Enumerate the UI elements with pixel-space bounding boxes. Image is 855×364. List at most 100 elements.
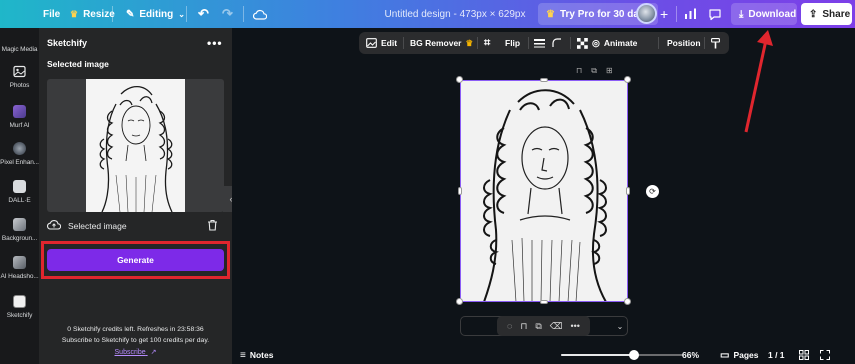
- add-collaborator-icon[interactable]: +: [660, 0, 668, 28]
- undo-icon[interactable]: ↶: [198, 0, 209, 28]
- zoom-level[interactable]: 66%: [682, 346, 699, 364]
- fullscreen-icon[interactable]: [820, 346, 830, 364]
- comment-add-icon[interactable]: ◌: [507, 321, 512, 331]
- pages-button[interactable]: ▭ Pages: [720, 346, 759, 364]
- crown-icon: ♛: [70, 8, 79, 19]
- rail-label: Sketchify: [6, 312, 33, 319]
- rail-label: Magic Media: [1, 46, 38, 53]
- toolbar-divider: [570, 37, 571, 49]
- rail-item-dalle[interactable]: DALL·E: [0, 180, 39, 204]
- toolbar-divider: [243, 6, 244, 22]
- share-icon: ⇪: [809, 8, 818, 20]
- rail-label: AI Headsho...: [0, 273, 39, 280]
- toolbar-divider: [403, 37, 404, 49]
- rail-item-ai-headshot[interactable]: AI Headsho...: [0, 256, 39, 280]
- position-button[interactable]: Position: [667, 32, 701, 54]
- zoom-slider-handle[interactable]: [629, 350, 640, 360]
- lock-icon[interactable]: ⊓: [520, 321, 527, 332]
- download-label: Download: [748, 8, 797, 20]
- panel-title: Sketchify: [47, 38, 88, 48]
- external-link-icon: ↗: [150, 349, 157, 356]
- selected-image-label: Selected image: [68, 221, 127, 231]
- resize-handle[interactable]: [540, 78, 548, 82]
- duplicate-icon[interactable]: ⧉: [591, 66, 597, 76]
- resize-handle[interactable]: [456, 76, 463, 83]
- bg-remover-label: BG Remover: [410, 38, 462, 48]
- transparency-icon[interactable]: [577, 32, 588, 54]
- animate-button[interactable]: ◎ Animate: [592, 32, 637, 54]
- add-page-icon[interactable]: ⊞: [606, 66, 613, 76]
- resize-handle[interactable]: [624, 76, 631, 83]
- flip-button[interactable]: Flip: [505, 32, 520, 54]
- rail-label: Pixel Enhan...: [0, 159, 39, 166]
- resize-handle[interactable]: [540, 300, 548, 304]
- comment-icon[interactable]: [708, 0, 722, 28]
- share-label: Share: [822, 8, 851, 20]
- analytics-icon[interactable]: [684, 0, 697, 28]
- notes-button[interactable]: ≡ Notes: [240, 346, 273, 364]
- dalle-icon: [13, 180, 26, 193]
- editing-mode-button[interactable]: ✎ Editing ⌄: [118, 3, 193, 25]
- image-edit-icon: [366, 38, 377, 48]
- top-toolbar: File ♛ Resize ✎ Editing ⌄ ↶ ↷ Untitled d…: [0, 0, 855, 28]
- toolbar-divider: [112, 6, 113, 22]
- rail-label: Backgroun...: [1, 235, 38, 242]
- resize-handle[interactable]: [456, 298, 463, 305]
- cloud-save-icon[interactable]: [253, 0, 267, 28]
- rail-label: Murf AI: [9, 122, 30, 129]
- avatar[interactable]: [636, 3, 657, 24]
- rail-item-photos[interactable]: Photos: [0, 65, 39, 89]
- grid-view-icon[interactable]: [799, 346, 809, 364]
- bg-remover-button[interactable]: BG Remover ♛: [410, 32, 473, 54]
- pages-icon: ▭: [720, 349, 730, 361]
- annotation-arrow: [744, 30, 773, 133]
- more-icon[interactable]: •••: [570, 321, 579, 331]
- edit-button[interactable]: Edit: [366, 32, 397, 54]
- notes-label: Notes: [249, 350, 274, 360]
- file-menu[interactable]: File: [43, 0, 60, 28]
- rail-item-magic-media[interactable]: Magic Media: [0, 42, 39, 53]
- rail-item-background[interactable]: Backgroun...: [0, 218, 39, 242]
- app-rail: Magic Media Photos Murf AI Pixel Enhan..…: [0, 28, 39, 364]
- lock-icon[interactable]: ⊓: [576, 66, 582, 76]
- selected-image-preview: [47, 79, 224, 212]
- delete-icon[interactable]: ⌫: [550, 321, 563, 332]
- share-button[interactable]: ⇪ Share: [801, 3, 852, 25]
- crown-icon: ♛: [546, 8, 555, 20]
- rail-label: DALL·E: [8, 197, 31, 204]
- download-button[interactable]: ⤓ Download: [731, 3, 797, 25]
- rotate-handle[interactable]: ⟳: [646, 185, 659, 198]
- chevron-down-icon: ⌄: [178, 9, 185, 19]
- zoom-slider-fill: [561, 354, 635, 356]
- corner-rounding-icon[interactable]: [552, 32, 562, 54]
- selected-image-heading: Selected image: [47, 59, 109, 69]
- resize-handle[interactable]: [458, 187, 462, 195]
- chevron-down-icon[interactable]: ⌄: [611, 316, 629, 336]
- crop-icon[interactable]: ⌗: [484, 32, 490, 54]
- murf-ai-icon: [13, 105, 26, 118]
- rail-item-sketchify[interactable]: Sketchify: [0, 295, 39, 319]
- ai-headshot-icon: [13, 256, 26, 269]
- line-weight-icon[interactable]: [534, 32, 545, 54]
- redo-icon[interactable]: ↷: [222, 0, 233, 28]
- document-title[interactable]: Untitled design - 473px × 629px: [380, 0, 530, 28]
- toolbar-divider: [676, 6, 677, 22]
- resize-handle[interactable]: [626, 187, 630, 195]
- resize-handle[interactable]: [624, 298, 631, 305]
- resize-button[interactable]: ♛ Resize: [62, 3, 123, 25]
- floating-element-toolbar: ◌ ⊓ ⧉ ⌫ •••: [497, 316, 590, 336]
- resize-label: Resize: [83, 8, 115, 20]
- paint-format-icon[interactable]: [711, 32, 720, 54]
- more-options-icon[interactable]: •••: [207, 36, 223, 50]
- subscribe-link[interactable]: Subscribe ↗: [39, 348, 232, 356]
- generate-button[interactable]: Generate: [47, 249, 224, 271]
- toolbar-divider: [528, 37, 529, 49]
- toolbar-divider: [477, 37, 478, 49]
- crown-icon: ♛: [465, 37, 474, 48]
- duplicate-icon[interactable]: ⧉: [535, 321, 541, 332]
- bottom-bar: ≡ Notes 66% ▭ Pages 1 / 1: [232, 346, 855, 364]
- trash-icon[interactable]: [207, 219, 218, 234]
- rail-item-murf-ai[interactable]: Murf AI: [0, 105, 39, 129]
- upload-cloud-icon[interactable]: [47, 219, 62, 233]
- rail-item-pixel-enhancer[interactable]: Pixel Enhan...: [0, 142, 39, 166]
